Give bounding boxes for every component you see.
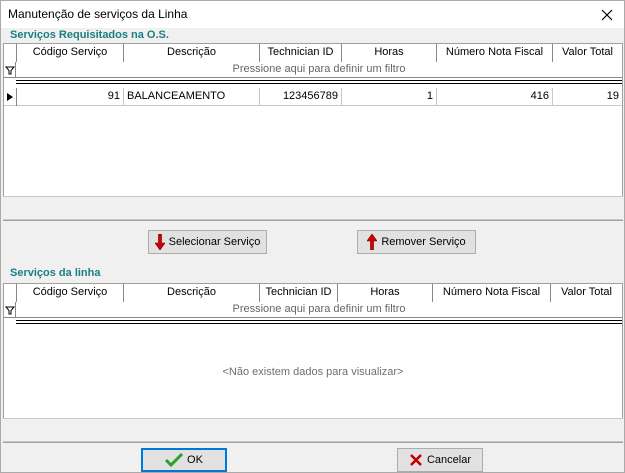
arrow-up-icon — [367, 234, 378, 250]
col-header-nota-fiscal[interactable]: Número Nota Fiscal — [437, 44, 553, 62]
remove-service-button[interactable]: Remover Serviço — [357, 230, 476, 254]
filter-separator — [16, 80, 622, 84]
col-header-technician[interactable]: Technician ID — [260, 44, 342, 62]
empty-grid-message: <Não existem dados para visualizar> — [222, 366, 404, 378]
select-service-label: Selecionar Serviço — [168, 236, 261, 248]
line-filter-row[interactable]: Pressione aqui para definir um filtro — [4, 302, 622, 318]
col-header-horas[interactable]: Horas — [342, 44, 437, 62]
col-header-codigo[interactable]: Código Serviço — [17, 284, 124, 302]
col-header-nota-fiscal[interactable]: Número Nota Fiscal — [433, 284, 551, 302]
cell-descricao[interactable]: BALANCEAMENTO — [124, 88, 260, 106]
select-service-button[interactable]: Selecionar Serviço — [148, 230, 267, 254]
table-row[interactable]: 91 BALANCEAMENTO 123456789 1 416 19 — [4, 88, 622, 106]
filter-icon — [4, 302, 16, 318]
filter-prompt: Pressione aqui para definir um filtro — [232, 63, 406, 75]
requested-grid-header: Código Serviço Descrição Technician ID H… — [4, 44, 622, 62]
title-bar: Manutenção de serviços da Linha — [1, 1, 624, 28]
filter-prompt: Pressione aqui para definir um filtro — [232, 303, 406, 315]
remove-service-label: Remover Serviço — [381, 236, 466, 248]
dialog-window: Manutenção de serviços da Linha Serviços… — [0, 0, 625, 473]
window-title: Manutenção de serviços da Linha — [8, 7, 188, 21]
arrow-down-icon — [154, 234, 165, 250]
requested-services-grid[interactable]: Código Serviço Descrição Technician ID H… — [3, 43, 623, 221]
col-header-valor-total[interactable]: Valor Total — [551, 284, 622, 302]
requested-grid-footer — [3, 196, 623, 220]
requested-services-label: Serviços Requisitados na O.S. — [10, 29, 169, 41]
filter-icon — [4, 62, 16, 78]
cancel-button[interactable]: Cancelar — [397, 448, 483, 472]
line-grid-footer — [3, 418, 623, 442]
col-header-descricao[interactable]: Descrição — [124, 284, 260, 302]
ok-button[interactable]: OK — [141, 448, 227, 472]
close-button[interactable] — [590, 1, 624, 28]
col-header-valor-total[interactable]: Valor Total — [553, 44, 622, 62]
line-grid-header: Código Serviço Descrição Technician ID H… — [4, 284, 622, 302]
current-row-arrow-icon — [7, 93, 13, 101]
col-header-horas[interactable]: Horas — [338, 284, 433, 302]
col-header-codigo[interactable]: Código Serviço — [17, 44, 124, 62]
row-header-corner — [4, 44, 17, 62]
close-icon — [601, 9, 613, 20]
cell-technician-id[interactable]: 123456789 — [260, 88, 342, 106]
col-header-technician[interactable]: Technician ID — [260, 284, 338, 302]
row-header-corner — [4, 284, 17, 302]
col-header-descricao[interactable]: Descrição — [124, 44, 260, 62]
row-selector[interactable] — [4, 88, 17, 106]
cancel-x-icon — [410, 454, 422, 466]
cell-valor-total[interactable]: 19 — [553, 88, 622, 106]
filter-separator — [16, 320, 622, 324]
line-services-label: Serviços da linha — [10, 267, 101, 279]
cell-codigo[interactable]: 91 — [17, 88, 124, 106]
ok-label: OK — [187, 454, 203, 466]
cell-nota-fiscal[interactable]: 416 — [437, 88, 553, 106]
checkmark-icon — [165, 453, 184, 467]
cell-horas[interactable]: 1 — [342, 88, 437, 106]
requested-filter-row[interactable]: Pressione aqui para definir um filtro — [4, 62, 622, 78]
cancel-label: Cancelar — [426, 454, 472, 466]
